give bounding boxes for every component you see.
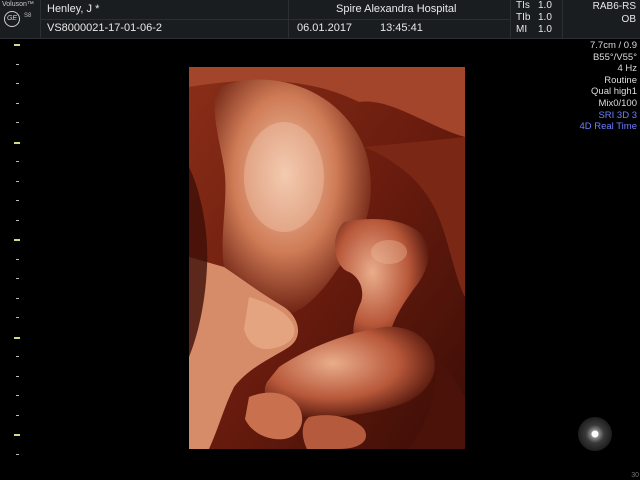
ruler-major-tick [14,44,20,46]
fetal-3d-render [189,67,465,449]
mix-value: Mix0/100 [598,97,637,109]
header-divider [510,0,511,38]
brand-label: Voluson™ [2,1,34,8]
ruler-tick [16,375,19,377]
ruler-major-tick [14,434,20,436]
ruler-tick [16,102,19,104]
ruler-tick [16,414,19,416]
ruler-tick [16,161,19,162]
ge-logo-icon: GE [4,11,20,27]
ruler-tick [16,297,19,299]
patient-name: Henley, J * [47,3,100,15]
status-header: Voluson™ GE S8 Henley, J * VS8000021-17-… [0,0,640,39]
angles-value: B55°/V55° [592,51,637,63]
sri-value: SRI 3D 3 [598,109,637,121]
quality-value: Qual high1 [591,86,637,98]
model-label: S8 [24,13,32,19]
ruler-tick [16,219,19,221]
depth-value: 7.7cm / 0.9 [590,40,637,51]
exam-time: 13:45:41 [380,22,423,34]
header-row-divider [40,19,510,20]
ruler-tick [16,258,19,260]
acquisition-settings: 7.7cm / 0.9 B55°/V55° 4 Hz Routine Qual … [579,40,637,133]
render-image [189,67,465,449]
header-divider [562,0,563,38]
ruler-tick [16,180,19,182]
frequency-value: 4 Hz [617,63,637,75]
index-value-tib: 1.0 [538,12,552,23]
index-label-mi: MI [516,24,528,35]
ruler-major-tick [14,239,20,241]
logo-box: Voluson™ GE S8 [0,0,41,38]
application-label: OB [621,14,636,25]
index-label-tis: TIs [516,0,530,11]
ruler-tick [16,395,19,396]
probe-name: RAB6-RS [592,1,636,12]
probe-orientation-icon [578,417,612,451]
preset-value: Routine [604,74,637,86]
depth-ruler [0,38,24,480]
exam-id: VS8000021-17-01-06-2 [47,22,162,34]
ruler-tick [16,356,19,357]
mode-value: 4D Real Time [579,121,637,133]
index-value-mi: 1.0 [538,24,552,35]
index-value-tis: 1.0 [538,0,552,11]
ruler-tick [16,122,19,123]
ruler-tick [16,63,19,65]
ruler-tick [16,278,19,279]
ruler-tick [16,317,19,318]
ruler-major-tick [14,336,20,339]
ruler-tick [16,453,19,455]
corner-label: 30 [631,472,639,479]
exam-date: 06.01.2017 [297,22,353,34]
index-label-tib: TIb [516,12,531,23]
ruler-major-tick [14,141,20,144]
ruler-tick [16,200,19,201]
hospital-name: Spire Alexandra Hospital [336,3,457,15]
ruler-tick [16,83,19,84]
